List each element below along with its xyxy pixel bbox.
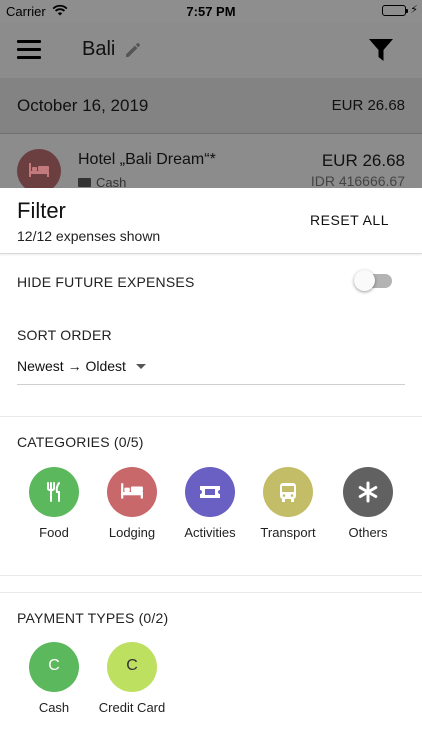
battery-icon [382, 5, 408, 16]
status-bar: Carrier 7:57 PM ⚡ [0, 0, 422, 22]
app-bar: Bali [0, 22, 422, 78]
dimmed-expense-list[interactable]: Bali October 16, 2019 EUR 26.68 Hotel „B… [0, 22, 422, 188]
status-time: 7:57 PM [186, 4, 236, 19]
categories-label: CATEGORIES (0/5) [17, 434, 144, 450]
filter-sheet: Filter 12/12 expenses shown RESET ALL HI… [0, 188, 422, 750]
date-header: October 16, 2019 EUR 26.68 [0, 78, 422, 134]
sort-order-dropdown[interactable]: Newest → Oldest [17, 358, 405, 385]
divider [0, 592, 422, 593]
expense-name: Hotel „Bali Dream“* [78, 151, 216, 168]
payment-type-label: Cash [38, 700, 70, 715]
payment-types-label: PAYMENT TYPES (0/2) [17, 610, 169, 626]
category-food[interactable]: Food [9, 467, 99, 540]
bus-icon [280, 483, 296, 502]
sort-order-label: SORT ORDER [17, 327, 112, 343]
expense-payment-label: Cash [96, 175, 127, 188]
payment-type-credit-card[interactable]: C Credit Card [87, 642, 177, 715]
expense-payment: Cash [78, 175, 126, 188]
menu-icon[interactable] [17, 40, 41, 60]
expense-category-avatar [17, 149, 61, 188]
category-label: Food [39, 525, 69, 540]
filter-subtitle: 12/12 expenses shown [17, 228, 161, 244]
divider [0, 416, 422, 417]
trip-title: Bali [82, 38, 116, 60]
filter-title: Filter [17, 198, 66, 223]
category-label: Activities [184, 525, 236, 540]
expense-amount-local: IDR 416666.67 [310, 173, 405, 188]
payment-type-cash[interactable]: C Cash [9, 642, 99, 715]
bed-icon [29, 163, 49, 177]
category-transport[interactable]: Transport [243, 467, 333, 540]
category-label: Others [348, 525, 388, 540]
charging-bolt-icon: ⚡ [410, 4, 418, 16]
category-others[interactable]: Others [323, 467, 413, 540]
payment-letter: C [126, 657, 138, 674]
pencil-icon[interactable] [124, 41, 142, 59]
payment-letter: C [48, 657, 60, 674]
reset-all-button[interactable]: RESET ALL [310, 212, 389, 228]
day-total: EUR 26.68 [331, 97, 405, 114]
category-lodging[interactable]: Lodging [87, 467, 177, 540]
ticket-icon [200, 486, 220, 498]
sort-order-value: Newest → Oldest [17, 358, 126, 374]
category-label: Lodging [108, 525, 156, 540]
asterisk-icon [358, 481, 378, 503]
category-activities[interactable]: Activities [165, 467, 255, 540]
payment-type-label: Credit Card [98, 700, 166, 715]
caret-down-icon [135, 364, 146, 369]
expense-amount: EUR 26.68 [321, 151, 405, 170]
filter-icon[interactable] [368, 37, 394, 63]
category-label: Transport [260, 525, 316, 540]
date-label: October 16, 2019 [17, 96, 149, 115]
fork-knife-icon [47, 482, 60, 502]
hide-future-toggle[interactable] [354, 270, 392, 291]
divider [0, 575, 422, 576]
hide-future-label: HIDE FUTURE EXPENSES [17, 274, 195, 290]
cash-icon [78, 178, 91, 187]
expense-row[interactable]: Hotel „Bali Dream“* Cash EUR 26.68 IDR 4… [0, 135, 422, 188]
filter-header: Filter 12/12 expenses shown RESET ALL [0, 188, 422, 254]
bed-icon [121, 483, 143, 499]
